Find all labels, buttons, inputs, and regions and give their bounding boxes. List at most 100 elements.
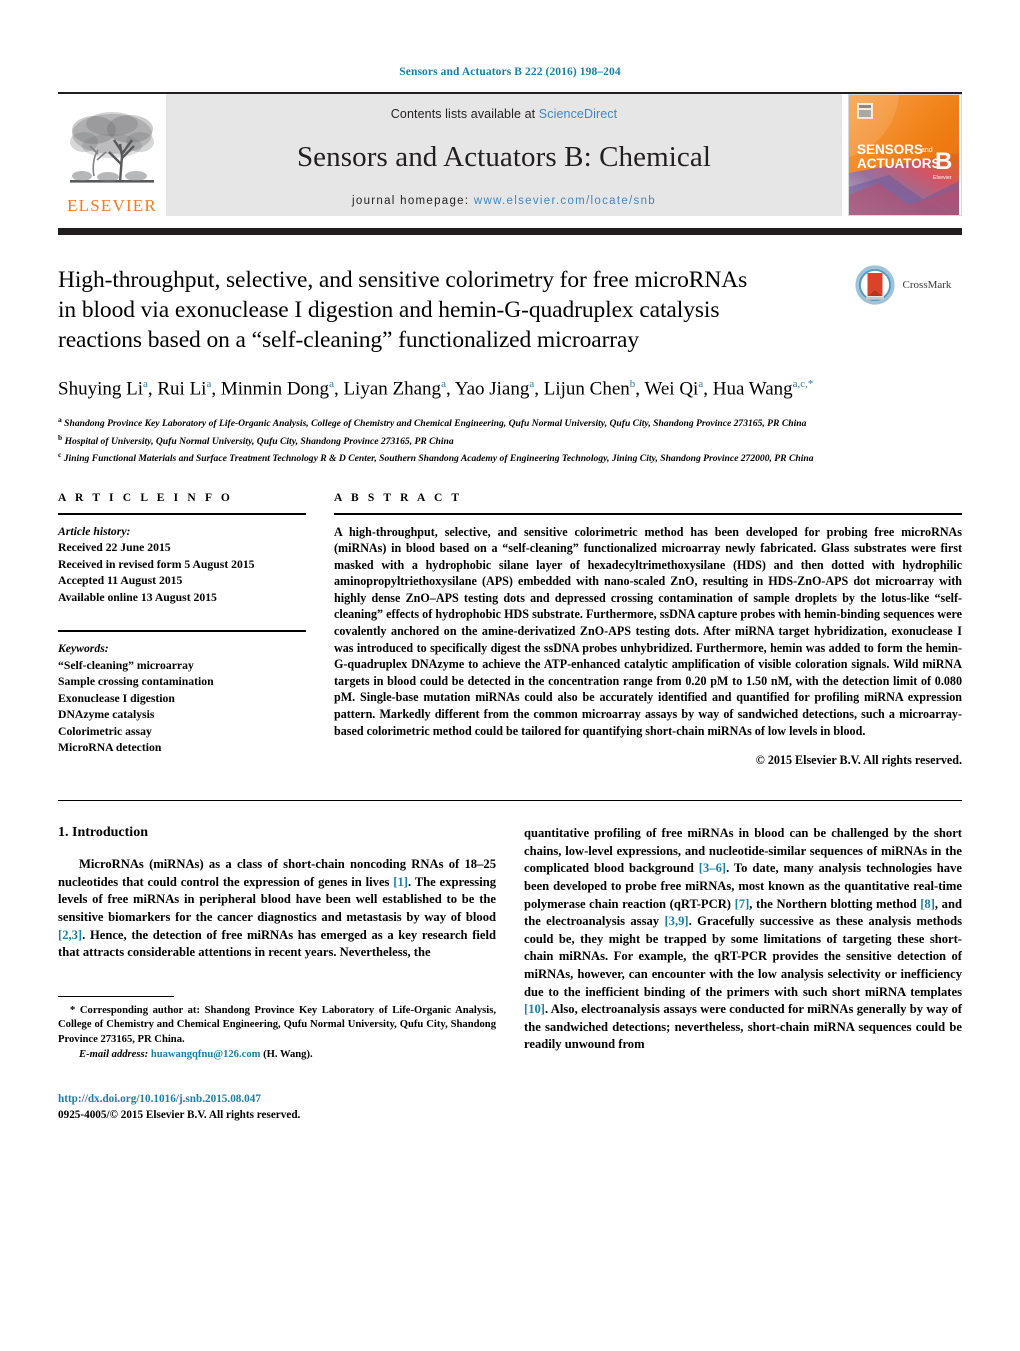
affiliation-item: b Hospital of University, Qufu Normal Un…	[58, 432, 454, 447]
author-affiliation-marker: a	[142, 378, 148, 390]
author-name: Lijun Chen	[543, 378, 630, 400]
author-affiliation-marker: a	[329, 378, 334, 390]
affiliation-marker: a	[58, 415, 62, 425]
elsevier-logo: ELSEVIER	[58, 94, 166, 216]
affiliation-marker: b	[58, 432, 63, 442]
keyword-item: Sample crossing contamination	[58, 675, 214, 688]
article-info-heading: A R T I C L E I N F O	[58, 491, 233, 504]
journal-homepage-line: journal homepage: www.elsevier.com/locat…	[352, 195, 656, 207]
body-column-left: 1. Introduction MicroRNAs (miRNAs) as a …	[58, 825, 496, 1123]
affiliation-item: a Shandong Province Key Laboratory of Li…	[58, 415, 807, 430]
keyword-item: MicroRNA detection	[58, 741, 162, 754]
author-affiliation-marker: a	[529, 378, 535, 390]
body-column-right: quantitative profiling of free miRNAs in…	[524, 825, 962, 1123]
author-affiliation-marker: a	[698, 378, 704, 390]
body-separator-rule	[58, 800, 962, 802]
abstract-column: A B S T R A C T A high-throughput, selec…	[334, 492, 962, 769]
paper-page: Sensors and Actuators B 222 (2016) 198–2…	[0, 0, 1020, 1351]
journal-title: Sensors and Actuators B: Chemical	[296, 141, 712, 173]
abstract-text: A high-throughput, selective, and sensit…	[334, 524, 962, 738]
footnote-text: Corresponding author at: Shandong Provin…	[58, 1004, 496, 1045]
keyword-item: “Self-cleaning” microarray	[58, 658, 194, 672]
article-history-list: Received 22 June 2015 Received in revised…	[58, 540, 306, 606]
journal-band: Contents lists available at ScienceDirec…	[166, 94, 842, 216]
intro-paragraph-left: MicroRNAs (miRNAs) as a class of short-c…	[58, 857, 497, 960]
author-list: Shuying Lia, Rui Lia, Minmin Donga, Liya…	[58, 378, 814, 400]
article-history-label: Article history:	[58, 524, 131, 538]
email-label: E-mail address:	[79, 1049, 149, 1060]
title-block: CrossMark High-throughput, selective, an…	[58, 265, 962, 466]
section-heading-introduction: 1. Introduction	[58, 825, 148, 841]
elsevier-wordmark: ELSEVIER	[67, 196, 157, 215]
svg-text:ACTUATORS: ACTUATORS	[857, 156, 941, 171]
affiliation-list: a Shandong Province Key Laboratory of Li…	[58, 413, 913, 465]
author-affiliation-marker: b	[629, 378, 636, 390]
masthead-bottom-rule	[58, 228, 962, 235]
article-history-item: Accepted 11 August 2015	[58, 574, 183, 587]
svg-text:SENSORS: SENSORS	[857, 142, 923, 157]
keyword-item: Colorimetric assay	[58, 724, 152, 738]
keyword-item: Exonuclease I digestion	[58, 691, 175, 705]
journal-cover-thumbnail: SENSORS and ACTUATORS B Elsevier	[848, 94, 962, 216]
article-info-column: A R T I C L E I N F O Article history: R…	[58, 492, 306, 769]
keywords-block: Keywords: “Self-cleaning” microarray Samp…	[58, 630, 306, 757]
abstract-heading: A B S T R A C T	[334, 491, 463, 504]
contents-prefix: Contents lists available at	[390, 107, 539, 121]
intro-paragraph-right: quantitative profiling of free miRNAs in…	[524, 826, 962, 1052]
author-name: Rui Li	[157, 378, 207, 400]
article-history-item: Available online 13 August 2015	[58, 590, 217, 604]
keywords-rule	[58, 630, 306, 632]
author-name: Hua Wang	[712, 378, 793, 400]
author-name: Minmin Dong	[220, 378, 330, 400]
article-info-rule	[58, 512, 306, 515]
doi-link[interactable]: http://dx.doi.org/10.1016/j.snb.2015.08.…	[58, 1092, 496, 1108]
author-affiliation-marker: a,c,*	[792, 378, 814, 390]
homepage-prefix: journal homepage:	[352, 195, 474, 207]
footnote-region: * Corresponding author at: Shandong Prov…	[58, 995, 496, 1063]
abstract-copyright: © 2015 Elsevier B.V. All rights reserved…	[755, 753, 962, 768]
svg-text:Elsevier: Elsevier	[933, 175, 952, 181]
keywords-list: “Self-cleaning” microarray Sample crossin…	[58, 658, 306, 757]
svg-text:B: B	[935, 148, 952, 175]
issn-copyright: 0925-4005/© 2015 Elsevier B.V. All right…	[58, 1108, 301, 1121]
citation-link[interactable]: [3,9]	[664, 914, 688, 928]
author-name: Shuying Li	[58, 378, 143, 400]
crossmark-icon	[854, 265, 895, 305]
citation-link[interactable]: [10]	[524, 1002, 545, 1016]
email-line: E-mail address: huawangqfnu@126.com (H. …	[58, 1048, 496, 1062]
info-abstract-region: A R T I C L E I N F O Article history: R…	[58, 492, 962, 769]
affiliation-item: c Jining Functional Materials and Surfac…	[58, 450, 814, 465]
running-head: Sensors and Actuators B 222 (2016) 198–2…	[399, 66, 621, 78]
citation-link[interactable]: [2,3]	[58, 928, 82, 942]
footnote-rule	[58, 995, 174, 997]
journal-homepage-link[interactable]: www.elsevier.com/locate/snb	[474, 195, 656, 207]
corresponding-author-note: * Corresponding author at: Shandong Prov…	[58, 1004, 496, 1047]
contents-available-line: Contents lists available at ScienceDirec…	[391, 107, 617, 121]
sciencedirect-link[interactable]: ScienceDirect	[539, 107, 617, 121]
crossmark-label: CrossMark	[902, 279, 952, 291]
author-name: Liyan Zhang	[343, 378, 442, 400]
svg-text:and: and	[921, 147, 933, 154]
article-history-item: Received in revised form 5 August 2015	[58, 557, 255, 571]
citation-link[interactable]: [7]	[735, 897, 750, 911]
crossmark-badge[interactable]: CrossMark	[844, 265, 962, 305]
body-columns: 1. Introduction MicroRNAs (miRNAs) as a …	[58, 825, 962, 1123]
affiliation-marker: c	[58, 450, 62, 460]
author-affiliation-marker: a	[206, 378, 212, 390]
article-history-item: Received 22 June 2015	[58, 541, 171, 554]
footer-doi-block: http://dx.doi.org/10.1016/j.snb.2015.08.…	[58, 1092, 496, 1123]
email-link[interactable]: huawangqfnu@126.com	[151, 1049, 261, 1060]
journal-masthead: ELSEVIER Contents lists available at Sci…	[58, 92, 962, 216]
citation-link[interactable]: [3–6]	[699, 861, 726, 875]
keywords-label: Keywords:	[58, 642, 109, 655]
cover-art: SENSORS and ACTUATORS B Elsevier	[849, 95, 959, 215]
keyword-item: DNAzyme catalysis	[58, 708, 155, 721]
email-suffix: (H. Wang).	[260, 1049, 313, 1060]
author-name: Wei Qi	[644, 378, 699, 400]
author-affiliation-marker: a	[441, 378, 446, 390]
author-name: Yao Jiang	[454, 378, 530, 400]
citation-link[interactable]: [8]	[920, 897, 935, 911]
page-title: High-throughput, selective, and sensitiv…	[58, 267, 748, 353]
elsevier-tree-icon	[70, 112, 154, 183]
citation-link[interactable]: [1]	[393, 875, 408, 889]
